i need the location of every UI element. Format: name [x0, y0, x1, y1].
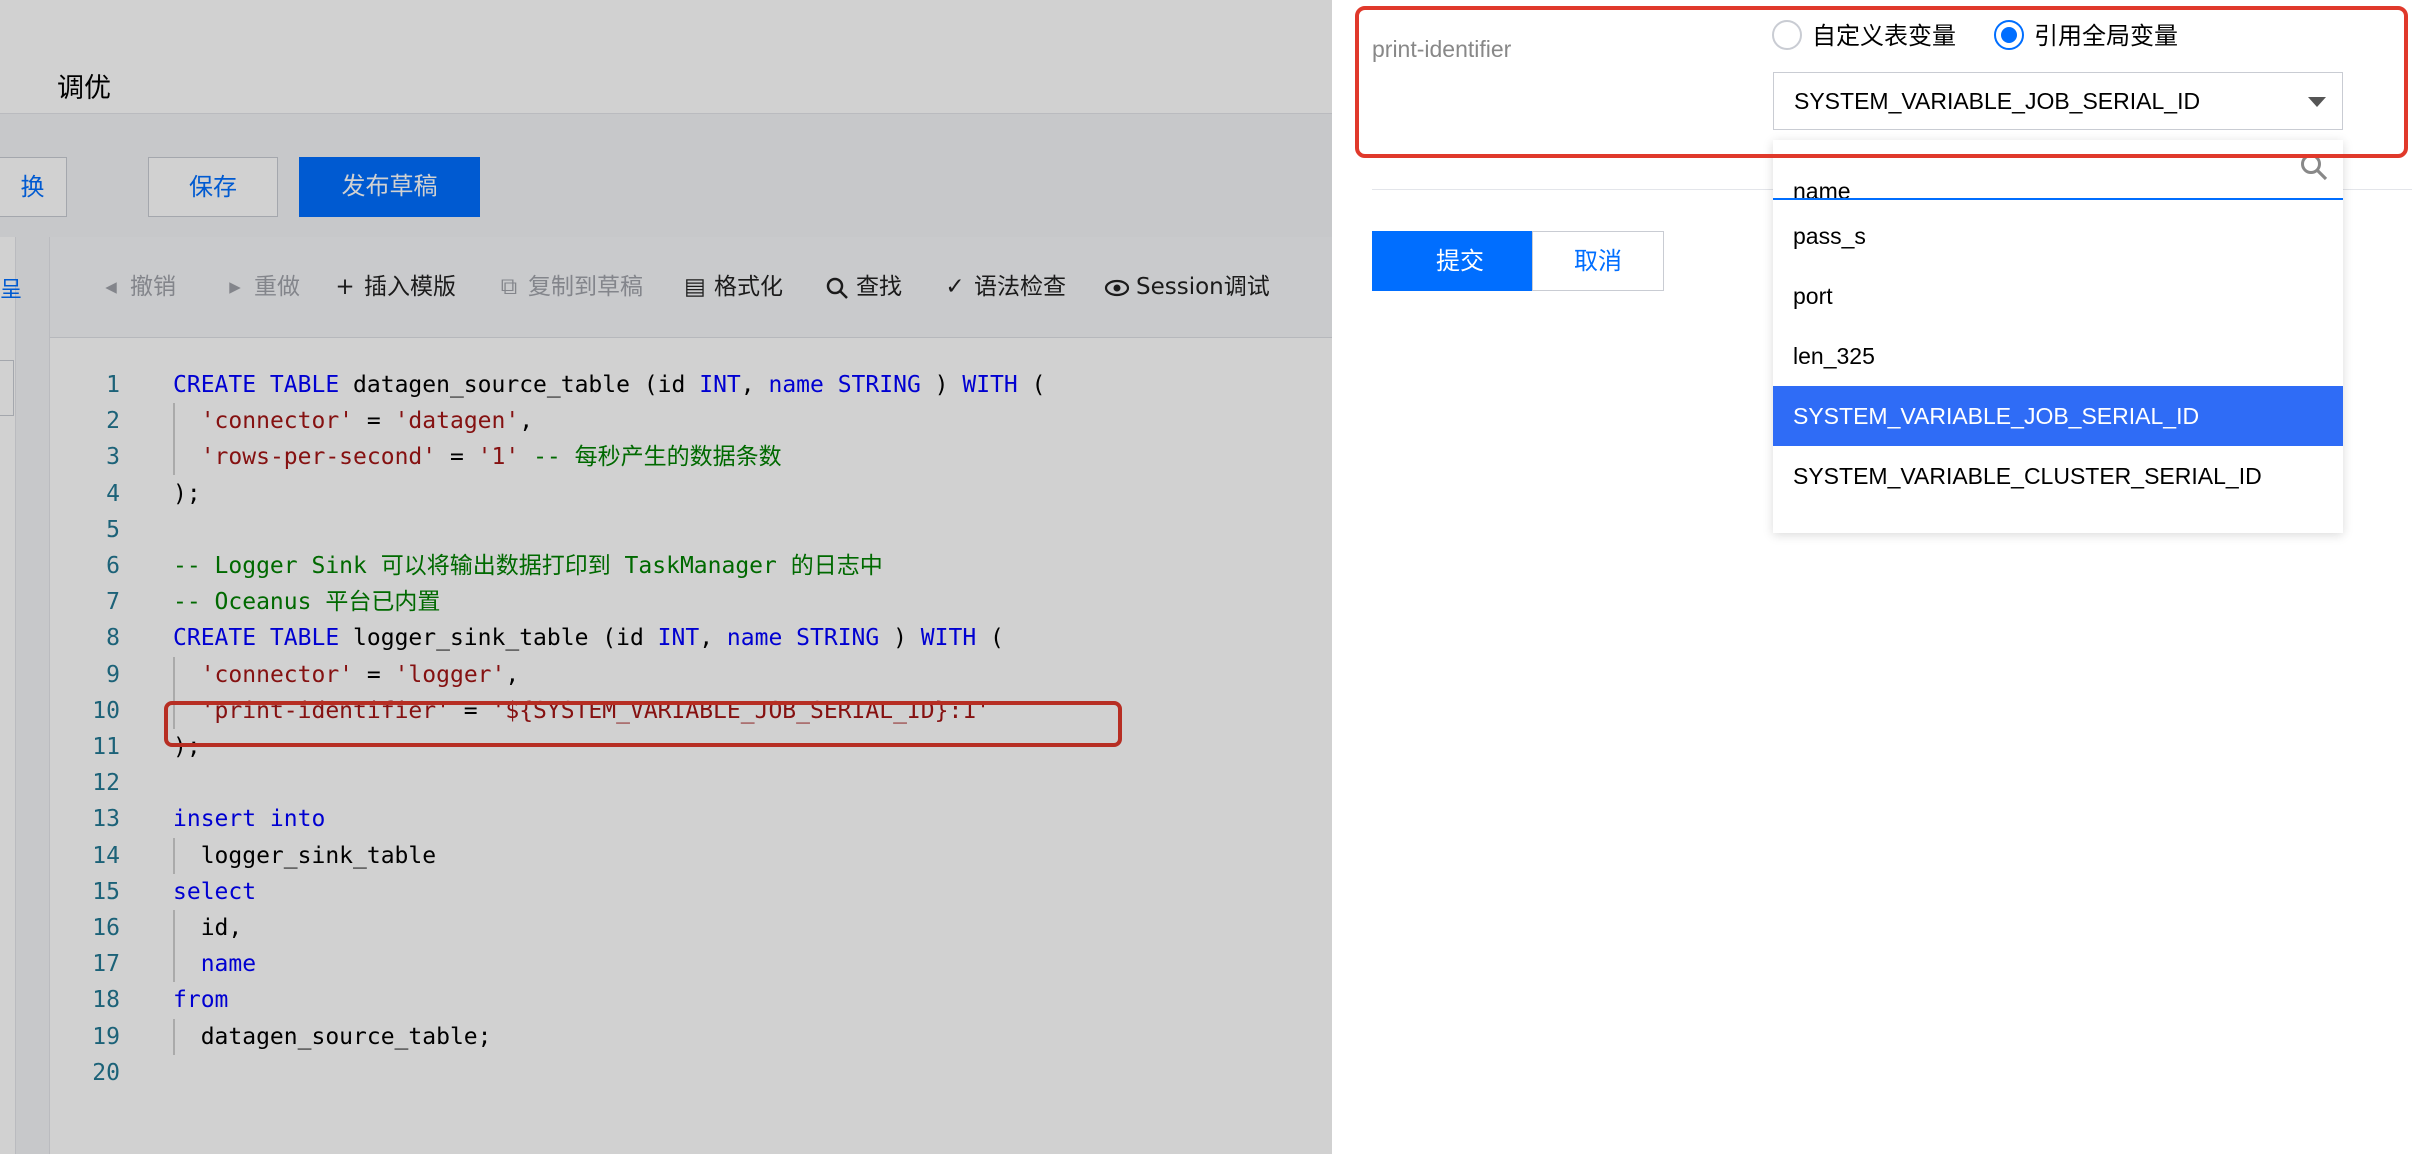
dropdown-option[interactable]: pass_s	[1773, 206, 2343, 266]
dropdown-option[interactable]: SYSTEM_VARIABLE_CLUSTER_SERIAL_ID	[1773, 446, 2343, 506]
dropdown-option[interactable]: port	[1773, 266, 2343, 326]
drawer-title-clipped	[1370, 0, 1770, 2]
cancel-button[interactable]: 取消	[1532, 231, 1664, 291]
dropdown-option[interactable]: len_325	[1773, 326, 2343, 386]
submit-button[interactable]: 提交	[1372, 231, 1548, 291]
dropdown-option[interactable]: SYSTEM_VARIABLE_JOB_SERIAL_ID	[1773, 386, 2343, 446]
variable-drawer: print-identifier 自定义表变量 引用全局变量 SYSTEM_VA…	[1332, 0, 2430, 1154]
highlight-param-section	[1355, 6, 2408, 158]
editor-page: 调优 换 保存 发布草稿 呈 ◂撤销 ▸重做 +插入模版 ⧉复制到草稿	[0, 0, 1332, 1154]
drawer-mask[interactable]	[0, 0, 1332, 1154]
variable-dropdown: name pass_s port len_325 SYSTEM_VARIABLE_JO…	[1773, 140, 2343, 533]
app-root: 调优 换 保存 发布草稿 呈 ◂撤销 ▸重做 +插入模版 ⧉复制到草稿	[0, 0, 2430, 1154]
